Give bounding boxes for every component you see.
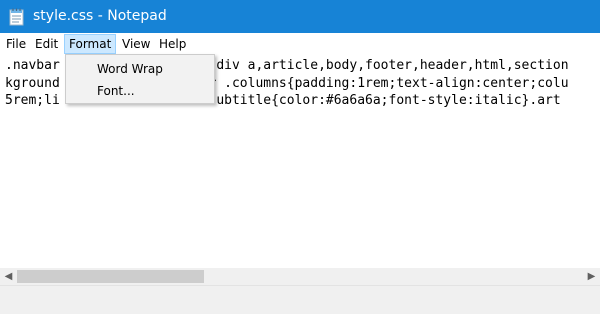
menu-view[interactable]: View	[118, 34, 154, 54]
notepad-icon	[9, 8, 25, 26]
menu-format[interactable]: Format	[64, 34, 116, 54]
horizontal-scrollbar[interactable]: ◀ ▶	[0, 268, 600, 285]
title-bar[interactable]: style.css - Notepad	[0, 0, 600, 33]
status-bar	[0, 285, 600, 314]
menu-item-font[interactable]: Font...	[67, 80, 213, 102]
scroll-left-icon[interactable]: ◀	[0, 268, 17, 285]
menu-help[interactable]: Help	[155, 34, 191, 54]
window-title: style.css - Notepad	[33, 8, 167, 24]
menu-bar: File Edit Format View Help	[0, 33, 600, 54]
scrollbar-thumb[interactable]	[17, 270, 204, 283]
menu-item-word-wrap[interactable]: Word Wrap	[67, 58, 213, 80]
menu-file[interactable]: File	[2, 34, 32, 54]
scroll-right-icon[interactable]: ▶	[583, 268, 600, 285]
menu-edit[interactable]: Edit	[31, 34, 63, 54]
format-dropdown-menu: Word Wrap Font...	[65, 54, 215, 104]
